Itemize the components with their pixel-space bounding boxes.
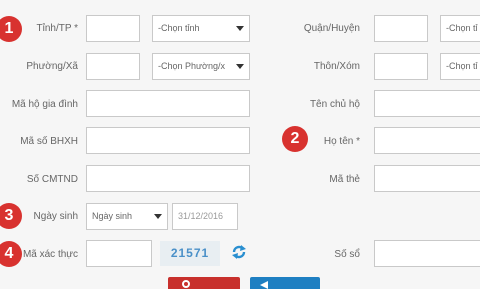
village-label: Thôn/Xóm [313, 61, 360, 72]
birth-type-value: Ngày sinh [92, 211, 133, 221]
district-select-value: -Chọn tỉ [446, 23, 478, 33]
district-select[interactable]: -Chọn tỉ [440, 15, 480, 42]
province-select[interactable]: -Chọn tỉnh [152, 15, 250, 42]
household-code-label: Mã hộ gia đình [11, 99, 78, 110]
full-name-label: Họ tên * [323, 136, 360, 147]
household-head-label: Tên chủ hộ [309, 99, 360, 110]
bhxh-code-input[interactable] [86, 127, 250, 154]
bhxh-code-label: Mã số BHXH [20, 136, 78, 147]
chevron-down-icon [236, 64, 244, 69]
full-name-input[interactable] [374, 127, 480, 154]
step-badge-4: 4 [0, 241, 22, 267]
book-no-input[interactable] [374, 240, 480, 267]
birth-label: Ngày sinh [33, 211, 78, 222]
step-badge-3: 3 [0, 203, 22, 229]
verify-input[interactable] [86, 240, 152, 267]
chevron-down-icon [154, 214, 162, 219]
village-code-input[interactable] [374, 53, 428, 80]
card-code-label: Mã thẻ [329, 174, 360, 185]
province-select-value: -Chọn tỉnh [158, 23, 200, 33]
birth-date-input[interactable]: 31/12/2016 [172, 203, 238, 230]
district-code-input[interactable] [374, 15, 428, 42]
id-card-label: Số CMTND [26, 174, 78, 185]
refresh-icon[interactable] [230, 243, 248, 261]
reset-button[interactable] [250, 277, 320, 289]
ward-code-input[interactable] [86, 53, 140, 80]
ward-select[interactable]: -Chọn Phường/x [152, 53, 250, 80]
household-head-input[interactable] [374, 90, 480, 117]
verify-label: Mã xác thực [22, 249, 78, 260]
birth-type-select[interactable]: Ngày sinh [86, 203, 168, 230]
birth-date-value: 31/12/2016 [178, 211, 224, 221]
district-label: Quận/Huyện [303, 23, 360, 34]
id-card-input[interactable] [86, 165, 250, 192]
step-badge-1: 1 [0, 16, 22, 42]
book-no-label: Số sổ [334, 249, 360, 260]
search-button[interactable] [168, 277, 240, 289]
search-icon [182, 280, 190, 288]
village-select[interactable]: -Chọn tỉ [440, 53, 480, 80]
ward-select-value: -Chọn Phường/x [158, 61, 225, 71]
ward-label: Phường/Xã [26, 61, 78, 72]
province-label: Tỉnh/TP * [36, 23, 79, 34]
village-select-value: -Chọn tỉ [446, 61, 478, 71]
chevron-down-icon [236, 26, 244, 31]
captcha-image: 21571 [160, 241, 220, 266]
household-code-input[interactable] [86, 90, 250, 117]
step-badge-2: 2 [282, 126, 308, 152]
card-code-input[interactable] [374, 165, 480, 192]
province-code-input[interactable] [86, 15, 140, 42]
